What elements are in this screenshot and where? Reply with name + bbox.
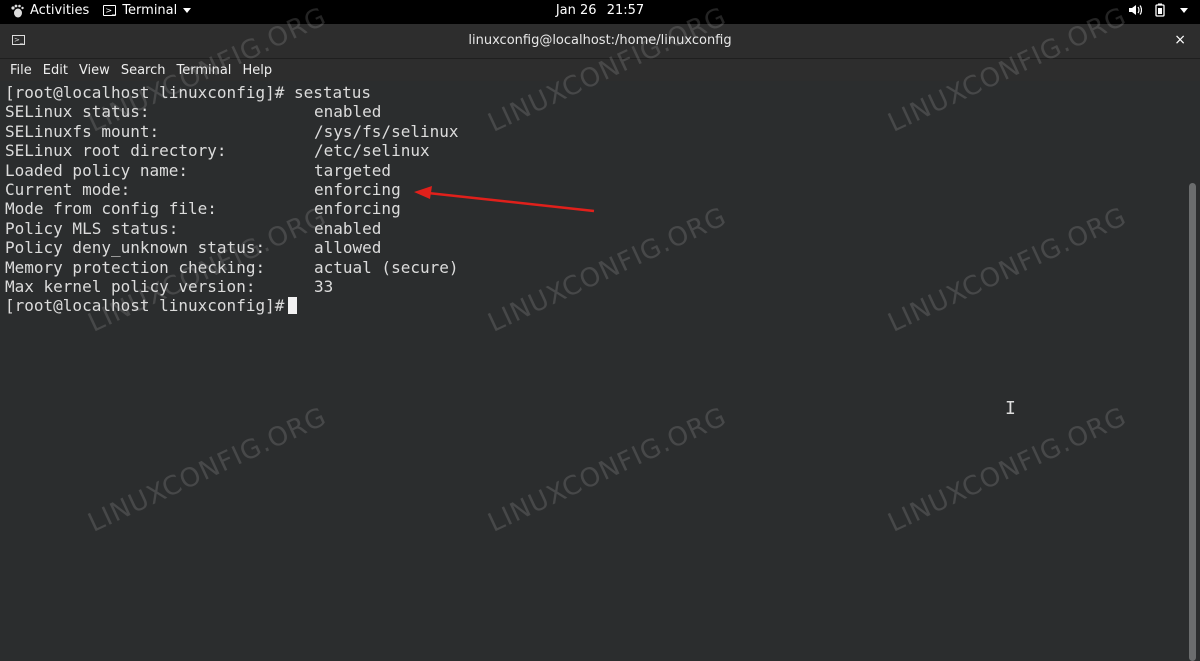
row-value: /sys/fs/selinux: [314, 121, 459, 141]
volume-icon: [1128, 4, 1142, 16]
row-label: SELinuxfs mount:: [5, 121, 160, 141]
vertical-scrollbar[interactable]: [1185, 81, 1200, 661]
clock[interactable]: Jan 26 21:57: [0, 3, 1200, 18]
menu-help[interactable]: Help: [238, 63, 276, 78]
row-value: enforcing: [314, 199, 401, 219]
row-value: 33: [314, 276, 334, 296]
row-value: targeted: [314, 160, 392, 180]
row-label: SELinux root directory:: [5, 141, 227, 161]
row-label: Policy MLS status:: [5, 218, 179, 238]
output-row: Policy deny_unknown status: allowed: [5, 238, 1185, 257]
output-row: Loaded policy name: targeted: [5, 161, 1185, 180]
output-row: Max kernel policy version: 33: [5, 277, 1185, 296]
output-row: SELinuxfs mount: /sys/fs/selinux: [5, 122, 1185, 141]
row-value: enforcing: [314, 179, 401, 199]
text-cursor: [288, 297, 298, 315]
row-label: SELinux status:: [5, 102, 150, 122]
clock-time: 21:57: [606, 3, 645, 18]
close-icon[interactable]: ×: [1174, 32, 1186, 48]
output-row: Mode from config file: enforcing: [5, 199, 1185, 218]
menu-search[interactable]: Search: [117, 63, 170, 78]
menu-view[interactable]: View: [75, 63, 114, 78]
menu-bar: File Edit View Search Terminal Help: [0, 59, 1200, 81]
output-row-current-mode: Current mode: enforcing: [5, 180, 1185, 199]
row-value: /etc/selinux: [314, 141, 430, 161]
scrollbar-thumb[interactable]: [1189, 183, 1196, 661]
output-row: SELinux root directory: /etc/selinux: [5, 141, 1185, 160]
command-line: [root@localhost linuxconfig]# sestatus: [5, 83, 1185, 102]
system-menu[interactable]: [1116, 3, 1188, 17]
top-bar: Activities >_ Terminal Jan 26 21:57: [0, 0, 1200, 24]
battery-icon: [1154, 3, 1166, 17]
clock-date: Jan 26: [555, 3, 597, 18]
row-label: Mode from config file:: [5, 199, 217, 219]
row-value: enabled: [314, 218, 382, 238]
mouse-ibeam-icon: I: [1005, 398, 1016, 419]
row-label: Current mode:: [5, 179, 131, 199]
window-titlebar[interactable]: >_ linuxconfig@localhost:/home/linuxconf…: [0, 24, 1200, 59]
row-label: Loaded policy name:: [5, 160, 189, 180]
row-label: Memory protection checking:: [5, 257, 266, 277]
final-prompt-line: [root@localhost linuxconfig]#: [5, 296, 1185, 315]
row-value: allowed: [314, 238, 382, 258]
menu-terminal[interactable]: Terminal: [172, 63, 235, 78]
menu-file[interactable]: File: [6, 63, 36, 78]
row-value: actual (secure): [314, 257, 459, 277]
chevron-down-icon: [1178, 7, 1188, 13]
output-row: SELinux status: enabled: [5, 102, 1185, 121]
prompt: [root@localhost linuxconfig]#: [5, 83, 294, 102]
row-label: Policy deny_unknown status:: [5, 238, 266, 258]
row-label: Max kernel policy version:: [5, 276, 256, 296]
menu-edit[interactable]: Edit: [39, 63, 72, 78]
command: sestatus: [293, 83, 372, 102]
row-value: enabled: [314, 102, 382, 122]
output-row: Policy MLS status: enabled: [5, 219, 1185, 238]
prompt: [root@localhost linuxconfig]#: [5, 296, 285, 316]
terminal-output[interactable]: [root@localhost linuxconfig]# sestatus S…: [0, 81, 1185, 661]
window-title: linuxconfig@localhost:/home/linuxconfig: [468, 33, 732, 48]
output-row: Memory protection checking: actual (secur…: [5, 258, 1185, 277]
